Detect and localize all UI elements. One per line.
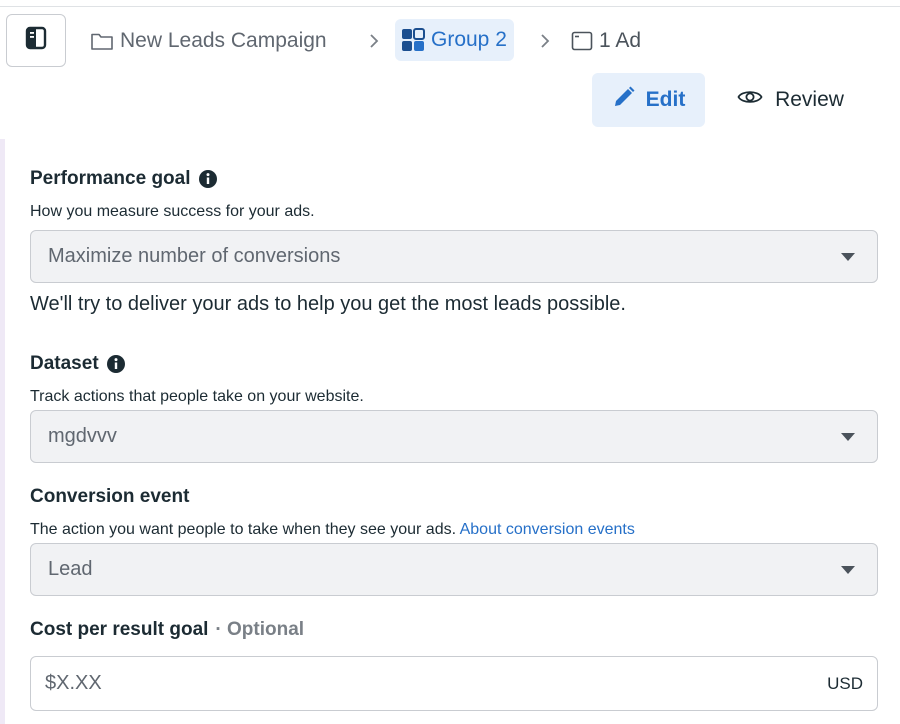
breadcrumb-group[interactable]: Group 2 xyxy=(395,19,514,61)
conversion-event-title: Conversion event xyxy=(30,486,190,507)
left-rail xyxy=(0,139,5,724)
chevron-right-icon xyxy=(370,34,379,48)
caret-down-icon xyxy=(841,566,855,574)
breadcrumb-ad-label: 1 Ad xyxy=(599,29,642,52)
sidebar-toggle-button[interactable] xyxy=(6,14,66,67)
info-icon[interactable] xyxy=(106,354,126,374)
breadcrumb-campaign-label: New Leads Campaign xyxy=(120,29,327,52)
breadcrumb-campaign[interactable]: New Leads Campaign xyxy=(90,22,327,60)
conversion-event-description: The action you want people to take when … xyxy=(30,521,635,539)
dataset-title: Dataset xyxy=(30,353,99,374)
cost-per-result-input[interactable] xyxy=(45,657,805,710)
breadcrumb-separator xyxy=(367,22,381,60)
dataset-value: mgdvvv xyxy=(48,425,117,447)
cost-per-result-heading: Cost per result goal · Optional xyxy=(30,619,304,641)
caret-down-icon xyxy=(841,253,855,261)
sidebar-panel-icon xyxy=(25,26,47,55)
breadcrumb-separator xyxy=(538,22,552,60)
performance-goal-description: How you measure success for your ads. xyxy=(30,203,315,220)
edit-mode-label: Edit xyxy=(645,88,686,111)
ad-window-icon xyxy=(571,31,593,51)
caret-down-icon xyxy=(841,433,855,441)
review-mode-button[interactable]: Review xyxy=(728,73,853,127)
currency-label: USD xyxy=(827,673,863,693)
dataset-select[interactable]: mgdvvv xyxy=(30,410,878,463)
conversion-event-value: Lead xyxy=(48,558,93,580)
review-mode-label: Review xyxy=(775,88,844,111)
conversion-event-description-text: The action you want people to take when … xyxy=(30,521,457,538)
dataset-description: Track actions that people take on your w… xyxy=(30,388,364,405)
info-icon[interactable] xyxy=(198,169,218,189)
conversion-event-heading: Conversion event xyxy=(30,486,189,508)
conversion-event-select[interactable]: Lead xyxy=(30,543,878,596)
performance-goal-select[interactable]: Maximize number of conversions xyxy=(30,230,878,283)
pencil-icon xyxy=(612,85,636,115)
top-divider xyxy=(0,6,900,7)
performance-goal-heading: Performance goal xyxy=(30,168,218,190)
cost-per-result-title: Cost per result goal xyxy=(30,619,209,640)
cost-per-result-field[interactable]: USD xyxy=(30,656,878,711)
dataset-heading: Dataset xyxy=(30,353,126,375)
performance-goal-hint: We'll try to deliver your ads to help yo… xyxy=(30,293,626,315)
breadcrumb-group-label: Group 2 xyxy=(431,28,507,51)
chevron-right-icon xyxy=(541,34,550,48)
performance-goal-value: Maximize number of conversions xyxy=(48,245,341,267)
about-conversion-events-link[interactable]: About conversion events xyxy=(460,521,635,538)
performance-goal-title: Performance goal xyxy=(30,168,191,189)
folder-icon xyxy=(90,31,114,51)
eye-icon xyxy=(737,88,763,112)
edit-mode-button[interactable]: Edit xyxy=(592,73,705,127)
breadcrumb-ad[interactable]: 1 Ad xyxy=(571,22,641,60)
grid-icon xyxy=(401,28,425,52)
optional-tag: · Optional xyxy=(215,619,305,640)
